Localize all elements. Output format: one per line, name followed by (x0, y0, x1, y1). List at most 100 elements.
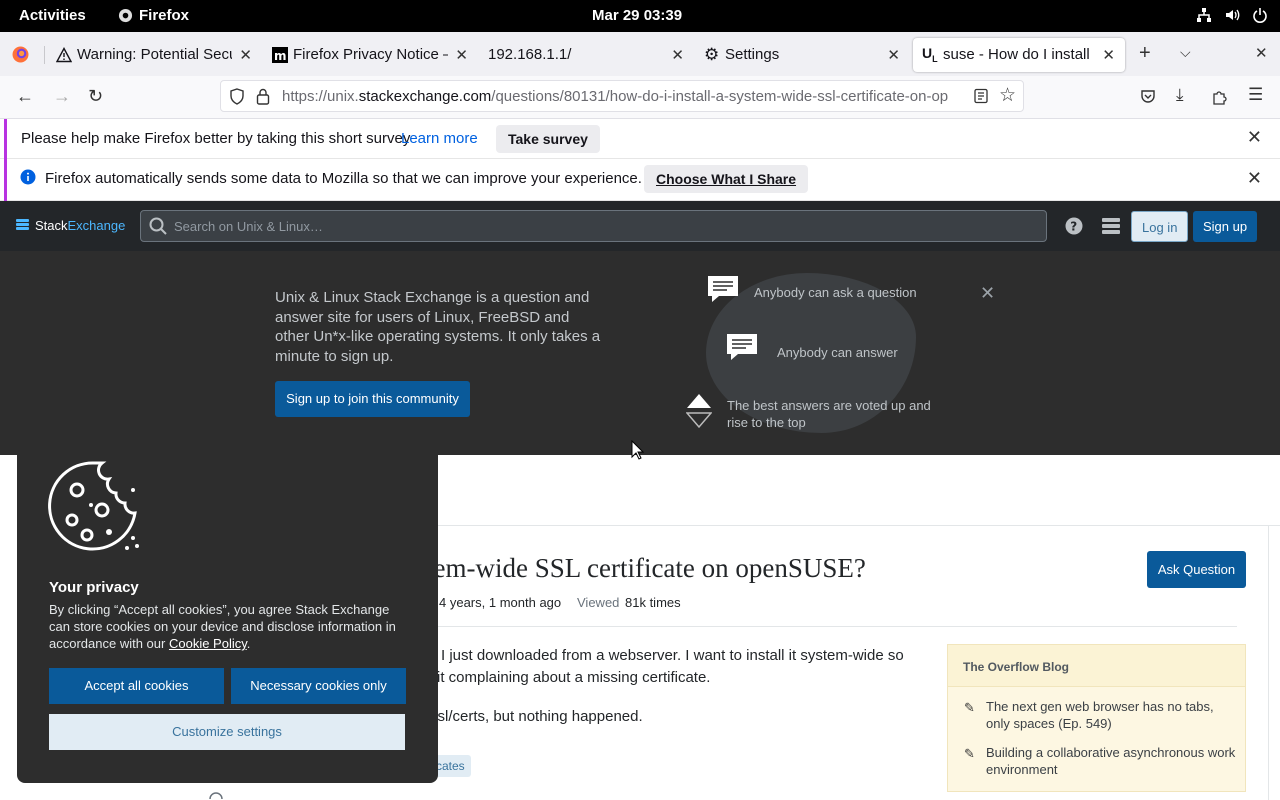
feature-ask: Anybody can ask a question (754, 285, 917, 300)
survey-text: Please help make Firefox better by takin… (21, 130, 411, 147)
extensions-puzzle-icon[interactable] (1212, 89, 1228, 105)
site-switcher-icon[interactable] (1102, 218, 1120, 234)
community-description: Unix & Linux Stack Exchange is a questio… (275, 289, 601, 365)
tab-label: Firefox Privacy Notice — (293, 46, 448, 63)
question-body-line: it complaining about a missing certifica… (437, 669, 711, 686)
hamburger-menu-icon[interactable]: ☰ (1248, 85, 1263, 105)
viewed-value: 81k times (625, 595, 681, 610)
customize-settings-button[interactable]: Customize settings (49, 714, 405, 750)
asked-value: 4 years, 1 month ago (439, 595, 562, 610)
data-notice-text: Firefox automatically sends some data to… (45, 170, 642, 187)
viewed-label: Viewed (577, 595, 620, 610)
tab-bar: Warning: Potential Secu ✕ m Firefox Priv… (0, 32, 1280, 76)
pocket-icon[interactable] (1140, 89, 1156, 105)
bookmark-star-icon[interactable]: ☆ (999, 84, 1016, 107)
volume-icon (1226, 9, 1240, 21)
tab-settings[interactable]: ⚙ Settings ✕ (694, 38, 910, 72)
search-icon (149, 217, 167, 235)
necessary-cookies-button[interactable]: Necessary cookies only (231, 668, 406, 704)
stackexchange-header: StackExchange Search on Unix & Linux… ? … (0, 201, 1280, 251)
close-banner-icon[interactable]: ✕ (980, 283, 995, 304)
svg-text:?: ? (1070, 220, 1077, 234)
firefox-view-icon[interactable] (12, 46, 29, 63)
clock[interactable]: Mar 29 03:39 (592, 7, 682, 24)
cookie-policy-link[interactable]: Cookie Policy (169, 636, 247, 651)
downloads-icon[interactable]: ⤓ (1176, 85, 1184, 105)
forward-arrow-icon[interactable]: → (53, 86, 71, 107)
tracking-shield-icon[interactable] (229, 88, 245, 105)
tab-suse-question[interactable]: UL suse - How do I install a s ✕ (913, 38, 1125, 72)
warning-icon (56, 47, 72, 63)
question-body-line: ssl/certs, but nothing happened. (430, 708, 643, 725)
pencil-icon: ✎ (964, 700, 975, 715)
tab-label: Settings (725, 46, 780, 63)
site-search-input[interactable]: Search on Unix & Linux… (140, 210, 1047, 242)
tab-warning[interactable]: Warning: Potential Secu ✕ (46, 38, 262, 72)
back-arrow-icon[interactable]: ← (16, 86, 34, 107)
vote-arrows-icon (686, 394, 712, 429)
tab-router[interactable]: 192.168.1.1/ ✕ (478, 38, 694, 72)
close-window-icon[interactable]: ✕ (1255, 44, 1268, 62)
list-tabs-chevron-icon[interactable]: ⌵ (1180, 44, 1191, 61)
tab-label: Warning: Potential Secu (77, 46, 232, 63)
info-icon (20, 169, 36, 185)
tab-privacy-notice[interactable]: m Firefox Privacy Notice — ✕ (262, 38, 478, 72)
blog-link[interactable]: Building a collaborative asynchronous wo… (986, 744, 1236, 778)
tab-close-icon[interactable]: ✕ (455, 46, 468, 64)
privacy-title: Your privacy (49, 579, 139, 596)
learn-more-link[interactable]: Learn more (401, 130, 478, 147)
feature-answer: Anybody can answer (777, 345, 898, 360)
stack-logo-icon (16, 219, 29, 230)
tab-close-icon[interactable]: ✕ (239, 46, 252, 64)
privacy-text: By clicking “Accept all cookies”, you ag… (49, 602, 396, 651)
close-icon[interactable]: ✕ (1247, 127, 1262, 148)
tab-close-icon[interactable]: ✕ (887, 46, 900, 64)
url-bar[interactable]: https://unix.stackexchange.com/questions… (220, 80, 1024, 112)
blog-link[interactable]: The next gen web browser has no tabs, on… (986, 698, 1236, 732)
lock-icon[interactable] (256, 88, 270, 105)
survey-notification: Please help make Firefox better by takin… (0, 119, 1280, 159)
reload-icon[interactable]: ↻ (88, 86, 103, 107)
community-hero-banner: Unix & Linux Stack Exchange is a questio… (0, 251, 1280, 455)
app-name: Firefox (139, 7, 190, 24)
navigation-toolbar: ← → ↻ https://unix.stackexchange.com/que… (0, 76, 1280, 119)
close-icon[interactable]: ✕ (1247, 168, 1262, 189)
system-tray[interactable] (1196, 7, 1268, 23)
take-survey-button[interactable]: Take survey (496, 125, 600, 153)
cookie-consent-dialog: Your privacy By clicking “Accept all coo… (17, 455, 438, 783)
mouse-cursor-icon (631, 440, 645, 460)
network-icon (1197, 8, 1211, 22)
data-collection-notification: Firefox automatically sends some data to… (0, 159, 1280, 201)
gear-icon: ⚙ (704, 45, 720, 64)
signup-button[interactable]: Sign up (1193, 211, 1258, 242)
system-top-bar: Activities Firefox Mar 29 03:39 (0, 0, 1280, 32)
join-community-button[interactable]: Sign up to join this community (275, 381, 470, 417)
url-text[interactable]: https://unix.stackexchange.com/questions… (282, 88, 982, 105)
ask-question-button[interactable]: Ask Question (1147, 551, 1246, 588)
feature-voting: The best answers are voted up and rise t… (727, 398, 931, 430)
overflow-blog-widget: The Overflow Blog ✎ The next gen web bro… (947, 644, 1246, 792)
history-icon[interactable] (207, 789, 225, 800)
blog-heading: The Overflow Blog (948, 645, 1245, 687)
new-tab-plus-icon[interactable]: + (1139, 42, 1151, 65)
tab-close-icon[interactable]: ✕ (671, 46, 684, 64)
tab-label: 192.168.1.1/ (488, 46, 572, 63)
reader-view-icon[interactable] (973, 88, 989, 104)
search-placeholder: Search on Unix & Linux… (174, 219, 323, 234)
svg-text:m: m (274, 49, 287, 63)
choose-what-i-share-button[interactable]: Choose What I Share (644, 165, 809, 193)
ask-question-speech-icon (708, 276, 738, 302)
accept-all-cookies-button[interactable]: Accept all cookies (49, 668, 224, 704)
login-button[interactable]: Log in (1131, 211, 1189, 242)
pencil-icon: ✎ (964, 746, 975, 761)
tab-label: suse - How do I install a s (943, 46, 1093, 63)
firefox-app-icon (118, 8, 133, 23)
answer-speech-icon (727, 334, 757, 360)
help-icon[interactable]: ? (1065, 217, 1083, 235)
stackexchange-logo[interactable]: StackExchange (16, 218, 125, 233)
tab-close-icon[interactable]: ✕ (1102, 46, 1115, 64)
activities-button[interactable]: Activities (19, 7, 86, 24)
question-title[interactable]: tem-wide SSL certificate on openSUSE? (426, 553, 866, 584)
unix-se-favicon: UL (922, 45, 938, 64)
app-menu[interactable]: Firefox (118, 7, 189, 24)
